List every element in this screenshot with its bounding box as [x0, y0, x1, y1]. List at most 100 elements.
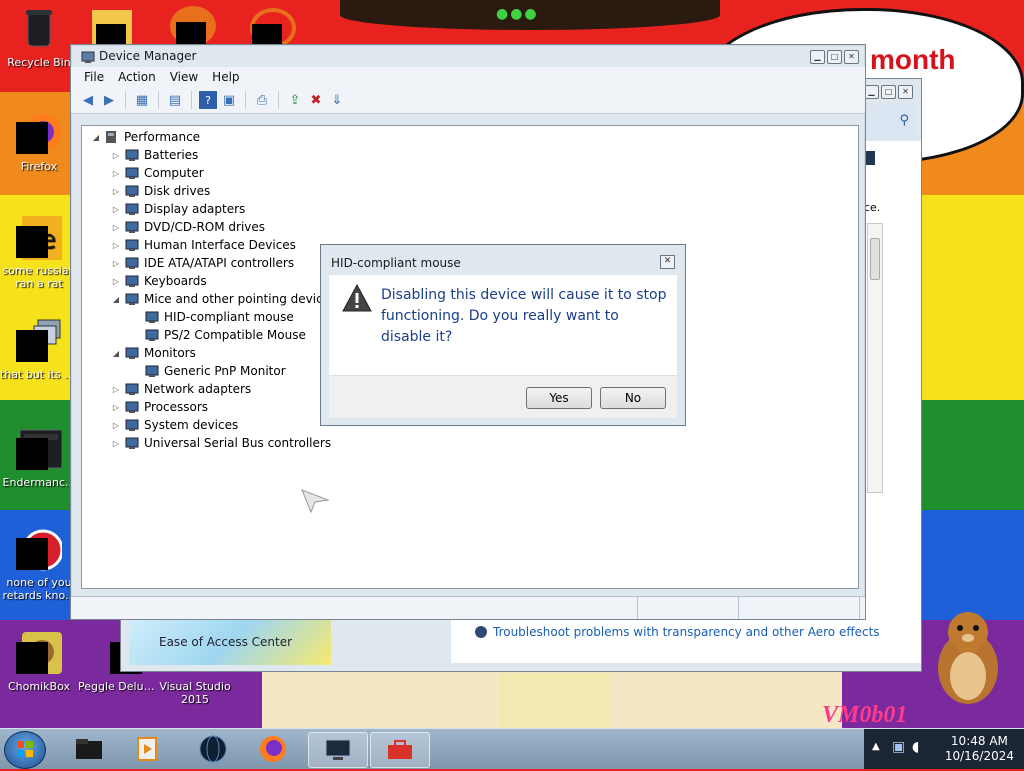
- device-category-icon: [125, 383, 139, 395]
- toolbar-separator: [125, 91, 126, 109]
- expand-icon[interactable]: ▷: [110, 403, 122, 412]
- desktop-icon-chomikbox[interactable]: ChomikBox: [0, 630, 78, 693]
- status-cell: [638, 597, 739, 619]
- minimize-button[interactable]: ▁: [810, 50, 825, 64]
- expand-icon[interactable]: ▷: [110, 439, 122, 448]
- desktop-icon-app[interactable]: [170, 6, 216, 50]
- toolbar-separator: [278, 91, 279, 109]
- scrollbar-thumb[interactable]: [870, 238, 880, 280]
- toolbar-separator: [191, 91, 192, 109]
- desktop-icon-folder[interactable]: [92, 10, 132, 54]
- desktop-icon-label: Peggle Deluxe: [78, 680, 156, 693]
- minimize-button[interactable]: ▁: [864, 85, 879, 99]
- uninstall-icon[interactable]: ✖: [307, 91, 325, 109]
- taskbar-app-firefox[interactable]: [244, 732, 302, 766]
- tree-item[interactable]: ▷ System devices: [110, 416, 238, 434]
- maximize-button[interactable]: □: [881, 85, 896, 99]
- troubleshoot-link-text: Troubleshoot problems with transparency …: [493, 625, 880, 639]
- close-button[interactable]: ✕: [898, 85, 913, 99]
- dialog-close-button[interactable]: ✕: [660, 255, 675, 269]
- desktop-icon-some-russian[interactable]: e some russian ran a rat: [0, 214, 78, 290]
- dialog-title: HID-compliant mouse: [331, 256, 461, 270]
- action-pane-icon[interactable]: ▣: [220, 91, 238, 109]
- tree-item[interactable]: ▷ Human Interface Devices: [110, 236, 296, 254]
- expand-icon[interactable]: ▷: [110, 151, 122, 160]
- tree-item-label: Disk drives: [144, 184, 211, 198]
- search-box[interactable]: ⚲: [861, 103, 915, 141]
- tree-root[interactable]: ◢ Performance: [90, 128, 200, 146]
- ease-of-access-link[interactable]: Ease of Access Center: [159, 635, 292, 649]
- tree-item[interactable]: ◢ Monitors: [110, 344, 196, 362]
- desktop-icon-app-2[interactable]: [250, 8, 296, 52]
- desktop-icon-firefox[interactable]: Firefox: [0, 110, 78, 173]
- desktop-icon-label: Firefox: [20, 160, 58, 173]
- no-button[interactable]: No: [600, 387, 666, 409]
- device-category-icon: [125, 437, 139, 449]
- expand-icon[interactable]: ▷: [110, 277, 122, 286]
- troubleshoot-link[interactable]: Troubleshoot problems with transparency …: [475, 625, 880, 639]
- tree-item[interactable]: ▷ Display adapters: [110, 200, 245, 218]
- tree-item[interactable]: HID-compliant mouse: [130, 308, 294, 326]
- tree-item[interactable]: ▷ Processors: [110, 398, 208, 416]
- tree-item[interactable]: ▷ DVD/CD-ROM drives: [110, 218, 265, 236]
- show-hidden-icons-icon[interactable]: ▲: [872, 741, 880, 752]
- expand-icon[interactable]: ▷: [110, 205, 122, 214]
- expand-icon[interactable]: ▷: [110, 385, 122, 394]
- forward-arrow-icon[interactable]: ▶: [100, 91, 118, 109]
- desktop-icon-endermanch[interactable]: Endermanc...: [0, 426, 78, 489]
- device-category-icon: [125, 185, 139, 197]
- taskbar-app-explorer[interactable]: [60, 732, 118, 766]
- volume-icon[interactable]: ◖: [912, 739, 919, 755]
- tree-item[interactable]: PS/2 Compatible Mouse: [130, 326, 306, 344]
- expand-icon[interactable]: ▷: [110, 421, 122, 430]
- desktop-icon-none-of-you[interactable]: none of you retards kno...: [0, 526, 78, 602]
- scan-hardware-icon[interactable]: ⎙: [253, 91, 271, 109]
- tree-item-label: IDE ATA/ATAPI controllers: [144, 256, 295, 270]
- tree-item[interactable]: Generic PnP Monitor: [130, 362, 286, 380]
- menu-help[interactable]: Help: [205, 67, 246, 87]
- tree-item[interactable]: ▷ Keyboards: [110, 272, 207, 290]
- desktop-icon-recycle-bin[interactable]: Recycle Bin: [0, 6, 78, 69]
- expand-icon[interactable]: ▷: [110, 259, 122, 268]
- tree-item[interactable]: ◢ Mice and other pointing devices: [110, 290, 336, 308]
- tree-item[interactable]: ▷ Network adapters: [110, 380, 251, 398]
- taskbar-app-device-manager[interactable]: [308, 732, 368, 768]
- collapse-icon[interactable]: ◢: [110, 295, 122, 304]
- menu-view[interactable]: View: [163, 67, 205, 87]
- menu-action[interactable]: Action: [111, 67, 163, 87]
- disable-device-icon[interactable]: ⇓: [328, 91, 346, 109]
- properties-icon[interactable]: ▤: [166, 91, 184, 109]
- collapse-icon[interactable]: ◢: [110, 349, 122, 358]
- troubleshoot-icon: [475, 626, 487, 638]
- close-button[interactable]: ✕: [844, 50, 859, 64]
- taskbar-app-control-panel[interactable]: [370, 732, 430, 768]
- tree-item[interactable]: ▷ Batteries: [110, 146, 198, 164]
- back-arrow-icon[interactable]: ◀: [79, 91, 97, 109]
- start-button[interactable]: [4, 731, 46, 769]
- tree-item[interactable]: ▷ IDE ATA/ATAPI controllers: [110, 254, 294, 272]
- network-icon[interactable]: ▣: [892, 739, 905, 755]
- expand-icon[interactable]: ▷: [110, 223, 122, 232]
- show-hide-console-tree-icon[interactable]: ▦: [133, 91, 151, 109]
- tree-item[interactable]: ▷ Universal Serial Bus controllers: [110, 434, 331, 452]
- maximize-button[interactable]: □: [827, 50, 842, 64]
- scrollbar[interactable]: [867, 223, 883, 493]
- expand-icon[interactable]: ▷: [110, 187, 122, 196]
- taskbar-app-media-player[interactable]: [118, 732, 176, 766]
- taskbar-app-globe[interactable]: [184, 732, 242, 766]
- collapse-icon[interactable]: ◢: [90, 133, 102, 142]
- menu-file[interactable]: File: [77, 67, 111, 87]
- expand-icon[interactable]: ▷: [110, 169, 122, 178]
- window-title: Device Manager: [99, 49, 197, 63]
- update-driver-icon[interactable]: ⇪: [286, 91, 304, 109]
- desktop-icon-that-but-its[interactable]: that but its c...: [0, 318, 78, 381]
- device-category-icon: [125, 275, 139, 287]
- tree-item[interactable]: ▷ Computer: [110, 164, 204, 182]
- help-icon[interactable]: ?: [199, 91, 217, 109]
- yes-button[interactable]: Yes: [526, 387, 592, 409]
- tree-item[interactable]: ▷ Disk drives: [110, 182, 210, 200]
- confirm-disable-dialog[interactable]: HID-compliant mouse ✕ Disabling this dev…: [320, 244, 686, 426]
- clock[interactable]: 10:48 AM 10/16/2024: [945, 734, 1014, 764]
- expand-icon[interactable]: ▷: [110, 241, 122, 250]
- titlebar[interactable]: Device Manager ▁ □ ✕: [71, 45, 865, 67]
